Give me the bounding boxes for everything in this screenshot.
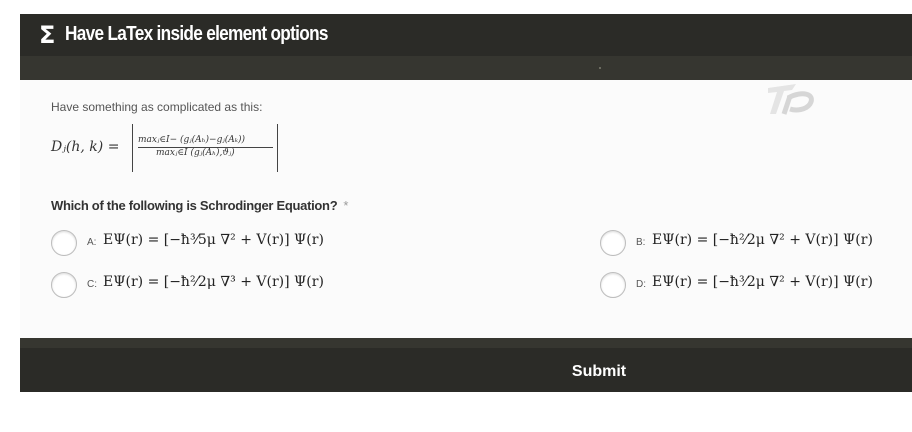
radio-option-c[interactable]	[51, 272, 77, 298]
formula-denominator: maxⱼ∈I (gⱼ(Aₕ),ϑⱼ)	[156, 148, 235, 158]
intro-text: Have something as complicated as this:	[51, 100, 263, 114]
radio-option-b[interactable]	[600, 230, 626, 256]
page-title: Have LaTex inside element options	[65, 23, 328, 45]
latex-formula: Dⱼ(h, k) = maxⱼ∈I− (gⱼ(Aₕ)−gⱼ(Aₖ)) maxⱼ∈…	[51, 123, 311, 175]
option-c-equation: EΨ(r) = [−ħ²⁄2μ ∇³ + V(r)] Ψ(r)	[103, 274, 324, 290]
footer-strip	[20, 338, 912, 348]
brand-logo	[768, 84, 814, 115]
survey-card: Σ Have LaTex inside element options Have…	[20, 14, 912, 392]
page-header: Σ Have LaTex inside element options	[20, 14, 912, 56]
option-a-letter: A:	[87, 237, 97, 248]
formula-lhs: Dⱼ(h, k) =	[51, 139, 120, 155]
question-label: Which of the following is Schrodinger Eq…	[51, 198, 348, 213]
option-d[interactable]: D: EΨ(r) = [−ħ³⁄2μ ∇² + V(r)] Ψ(r)	[600, 272, 900, 298]
radio-option-d[interactable]	[600, 272, 626, 298]
radio-option-a[interactable]	[51, 230, 77, 256]
sigma-icon: Σ	[39, 21, 56, 49]
option-d-equation: EΨ(r) = [−ħ³⁄2μ ∇² + V(r)] Ψ(r)	[652, 274, 873, 290]
abs-bar-right	[277, 124, 278, 172]
option-d-letter: D:	[636, 279, 646, 290]
formula-numerator: maxⱼ∈I− (gⱼ(Aₕ)−gⱼ(Aₖ))	[138, 135, 246, 145]
option-b[interactable]: B: EΨ(r) = [−ħ²⁄2μ ∇² + V(r)] Ψ(r)	[600, 230, 900, 256]
form-footer: Submit	[20, 338, 912, 392]
abs-bar-left	[132, 124, 133, 172]
option-b-equation: EΨ(r) = [−ħ²⁄2μ ∇² + V(r)] Ψ(r)	[652, 232, 873, 248]
option-a-equation: EΨ(r) = [−ħ³⁄5μ ∇² + V(r)] Ψ(r)	[103, 232, 324, 248]
option-c[interactable]: C: EΨ(r) = [−ħ²⁄2μ ∇³ + V(r)] Ψ(r)	[51, 272, 351, 298]
option-b-letter: B:	[636, 237, 646, 248]
option-a[interactable]: A: EΨ(r) = [−ħ³⁄5μ ∇² + V(r)] Ψ(r)	[51, 230, 351, 256]
option-c-letter: C:	[87, 279, 97, 290]
progress-dot	[599, 67, 601, 69]
question-text: Which of the following is Schrodinger Eq…	[51, 198, 338, 213]
submit-button[interactable]: Submit	[566, 358, 632, 386]
required-asterisk: *	[343, 198, 349, 213]
